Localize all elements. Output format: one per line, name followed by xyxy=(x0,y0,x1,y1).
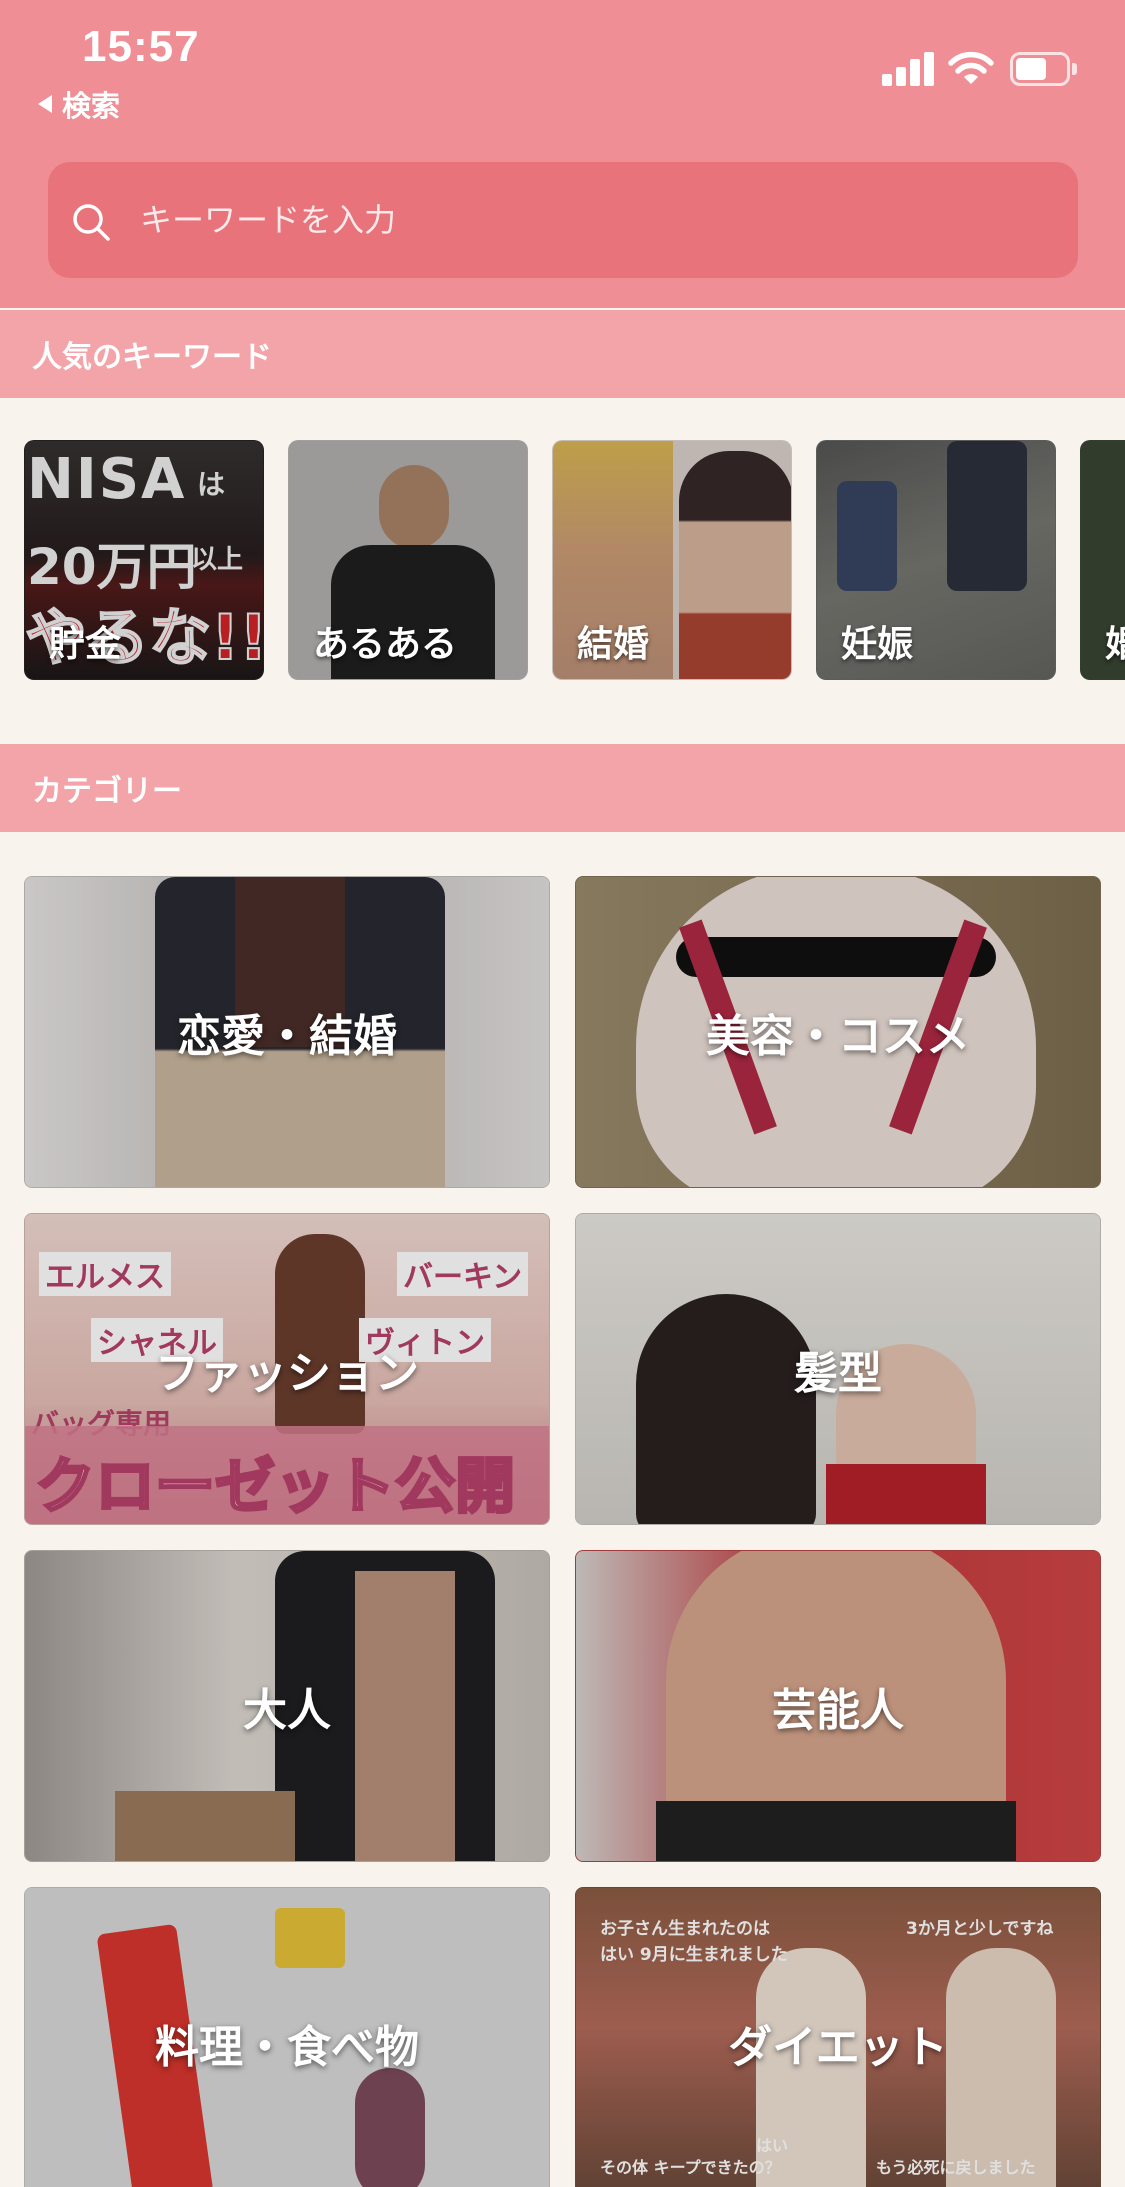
keyword-card-aruaru[interactable]: あるある xyxy=(288,440,528,680)
category-label: 美容・コスメ xyxy=(706,1011,970,1062)
wifi-icon xyxy=(948,51,994,84)
keyword-card-savings[interactable]: NISA は 20万円 以上 やるな!! 貯金 xyxy=(24,440,264,680)
category-tile-celebrity[interactable]: 芸能人 xyxy=(575,1550,1101,1862)
keyword-card-partial[interactable]: 婚 xyxy=(1080,440,1125,680)
popular-keywords-header: 人気のキーワード xyxy=(0,310,1125,398)
category-tile-diet[interactable]: お子さん生まれたのは はい 9月に生まれました 3か月と少しですね その体 キー… xyxy=(575,1887,1101,2187)
keyword-label: 妊娠 xyxy=(841,624,914,665)
category-tile-food[interactable]: 料理・食べ物 xyxy=(24,1887,550,2187)
app-header: 15:57 検索 xyxy=(0,0,1125,308)
popular-keywords-title: 人気のキーワード xyxy=(32,340,272,375)
back-arrow-icon xyxy=(38,95,52,113)
category-header: カテゴリー xyxy=(0,744,1125,832)
category-tile-hairstyle[interactable]: 髪型 xyxy=(575,1213,1101,1525)
category-label: 大人 xyxy=(243,1685,331,1736)
cellular-signal-icon xyxy=(882,50,934,86)
category-label: 髪型 xyxy=(794,1348,882,1399)
category-title: カテゴリー xyxy=(32,774,182,809)
keyword-carousel[interactable]: NISA は 20万円 以上 やるな!! 貯金 あるある 結婚 妊娠 婚 xyxy=(0,440,1125,680)
category-label: ファッション xyxy=(155,1348,419,1399)
category-tile-fashion[interactable]: エルメス バーキン シャネル ヴィトン バッグ専用 クローゼット公開 ファッショ… xyxy=(24,1213,550,1525)
keyword-label: 貯金 xyxy=(49,624,122,665)
category-label: 恋愛・結婚 xyxy=(177,1011,397,1062)
category-label: ダイエット xyxy=(728,2022,948,2073)
battery-icon xyxy=(1010,52,1077,86)
search-bar[interactable] xyxy=(48,162,1078,278)
category-label: 料理・食べ物 xyxy=(155,2022,419,2073)
back-to-search-link[interactable]: 検索 xyxy=(38,84,120,124)
keyword-card-pregnancy[interactable]: 妊娠 xyxy=(816,440,1056,680)
search-icon xyxy=(73,204,110,241)
category-tile-love-marriage[interactable]: 恋愛・結婚 xyxy=(24,876,550,1188)
search-input[interactable] xyxy=(140,162,1040,278)
category-tile-beauty[interactable]: 美容・コスメ xyxy=(575,876,1101,1188)
keyword-label: あるある xyxy=(313,624,458,665)
back-label: 検索 xyxy=(62,89,121,123)
status-time: 15:57 xyxy=(82,22,200,71)
category-tile-adult[interactable]: 大人 xyxy=(24,1550,550,1862)
keyword-label: 婚 xyxy=(1105,615,1125,667)
category-label: 芸能人 xyxy=(772,1685,904,1736)
keyword-card-marriage[interactable]: 結婚 xyxy=(552,440,792,680)
keyword-label: 結婚 xyxy=(577,624,650,665)
